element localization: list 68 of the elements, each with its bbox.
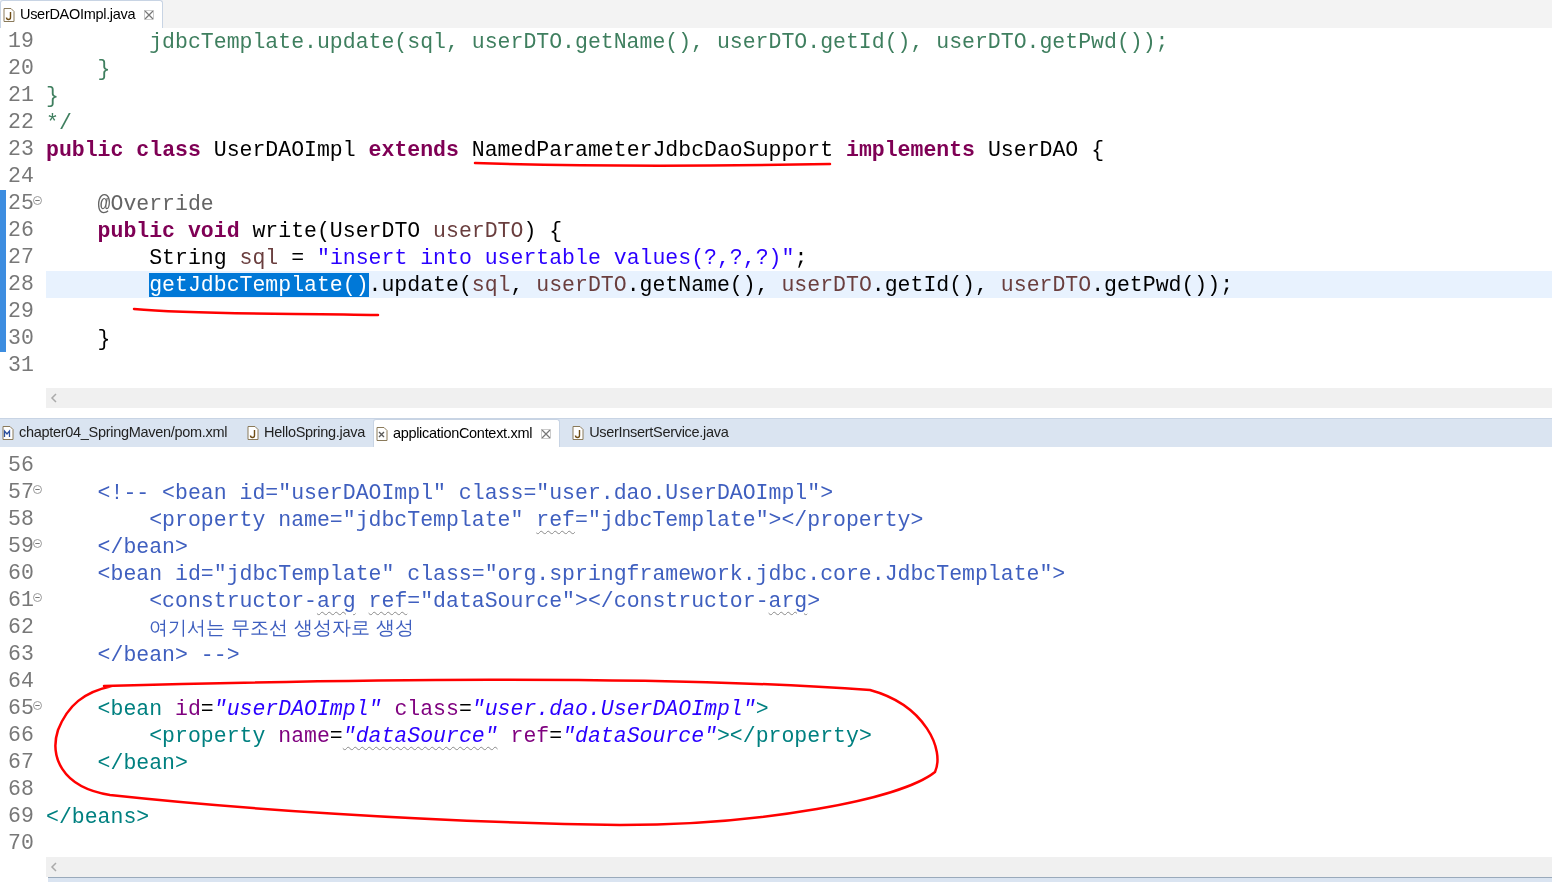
line-number: 70 bbox=[8, 830, 34, 857]
close-icon[interactable] bbox=[541, 428, 552, 439]
horizontal-scrollbar[interactable] bbox=[46, 388, 1552, 408]
java-file-icon bbox=[247, 426, 260, 440]
code-line: } bbox=[46, 85, 59, 106]
editor-tab[interactable]: HelloSpring.java bbox=[245, 419, 373, 447]
line-number: 23 bbox=[8, 136, 34, 163]
line-number: 25 bbox=[8, 190, 34, 217]
line-number: 26 bbox=[8, 217, 34, 244]
java-file-icon bbox=[3, 7, 15, 22]
code-line: <bean id="userDAOImpl" class="user.dao.UserDAOImpl"> bbox=[96, 698, 769, 719]
code-line: } bbox=[96, 58, 111, 79]
fold-icon[interactable] bbox=[33, 701, 42, 710]
editor-tab[interactable]: applicationContext.xml bbox=[372, 419, 561, 447]
maven-file-icon bbox=[2, 426, 14, 440]
line-number: 22 bbox=[8, 109, 34, 136]
code-line: } bbox=[96, 328, 111, 349]
code-line: String sql = "insert into usertable values(?,?,?)"; bbox=[148, 247, 808, 268]
code-line: </beans> bbox=[46, 806, 150, 827]
line-number: 31 bbox=[8, 352, 34, 379]
line-number: 20 bbox=[8, 55, 34, 82]
editor-tab[interactable]: UserDAOImpl.java bbox=[0, 0, 164, 28]
line-number: 63 bbox=[8, 641, 34, 668]
xml-file-icon bbox=[375, 426, 388, 441]
line-number: 24 bbox=[8, 163, 34, 190]
close-icon[interactable] bbox=[144, 9, 155, 20]
line-number: 68 bbox=[8, 776, 34, 803]
code-line: <!-- <bean id="userDAOImpl" class="user.dao.UserDAOImpl"> bbox=[96, 482, 834, 503]
line-number: 28 bbox=[8, 271, 34, 298]
java-file-icon bbox=[572, 426, 585, 440]
line-number: 62 bbox=[8, 614, 34, 641]
code-line: */ bbox=[46, 112, 72, 133]
line-number: 30 bbox=[8, 325, 34, 352]
code-line: getJdbcTemplate().update(sql, userDTO.getName(), userDTO.getId(), userDTO.getPwd()); bbox=[148, 274, 1234, 295]
code-line: 여기서는 무조선 생성자로 생성 bbox=[148, 617, 415, 638]
fold-icon[interactable] bbox=[33, 196, 42, 205]
code-line: public void write(UserDTO userDTO) { bbox=[96, 220, 563, 241]
line-number: 19 bbox=[8, 28, 34, 55]
editor-tab[interactable]: chapter04_SpringMaven/pom.xml bbox=[0, 419, 236, 447]
line-number: 57 bbox=[8, 479, 34, 506]
line-number: 64 bbox=[8, 668, 34, 695]
code-line: jdbcTemplate.update(sql, userDTO.getName(), userDTO.getId(), userDTO.getPwd()); bbox=[148, 31, 1169, 52]
line-number: 61 bbox=[8, 587, 34, 614]
line-number: 27 bbox=[8, 244, 34, 271]
horizontal-scrollbar[interactable] bbox=[46, 857, 1552, 877]
line-number: 58 bbox=[8, 506, 34, 533]
line-number: 66 bbox=[8, 722, 34, 749]
code-line: <constructor-arg ref="dataSource"></constructor-arg> bbox=[148, 590, 821, 611]
fold-icon[interactable] bbox=[33, 539, 42, 548]
line-number: 56 bbox=[8, 452, 34, 479]
line-number: 29 bbox=[8, 298, 34, 325]
code-line: public class UserDAOImpl extends NamedParameterJdbcDaoSupport implements UserDAO { bbox=[46, 139, 1105, 160]
code-line: </bean> --> bbox=[96, 644, 240, 665]
fold-icon[interactable] bbox=[33, 593, 42, 602]
line-number: 21 bbox=[8, 82, 34, 109]
code-line: <property name="jdbcTemplate" ref="jdbcTemplate"></property> bbox=[148, 509, 924, 530]
code-line: </bean> bbox=[96, 752, 188, 773]
line-number: 69 bbox=[8, 803, 34, 830]
code-line: </bean> bbox=[96, 536, 188, 557]
line-number: 60 bbox=[8, 560, 34, 587]
editor-tab[interactable]: UserInsertService.java bbox=[570, 419, 737, 447]
line-number: 59 bbox=[8, 533, 34, 560]
code-line: @Override bbox=[96, 193, 214, 214]
code-line: <bean id="jdbcTemplate" class="org.springframework.jdbc.core.JdbcTemplate"> bbox=[96, 563, 1066, 584]
fold-icon[interactable] bbox=[33, 485, 42, 494]
code-line: <property name="dataSource" ref="dataSource"></property> bbox=[148, 725, 872, 746]
line-number: 65 bbox=[8, 695, 34, 722]
line-number: 67 bbox=[8, 749, 34, 776]
